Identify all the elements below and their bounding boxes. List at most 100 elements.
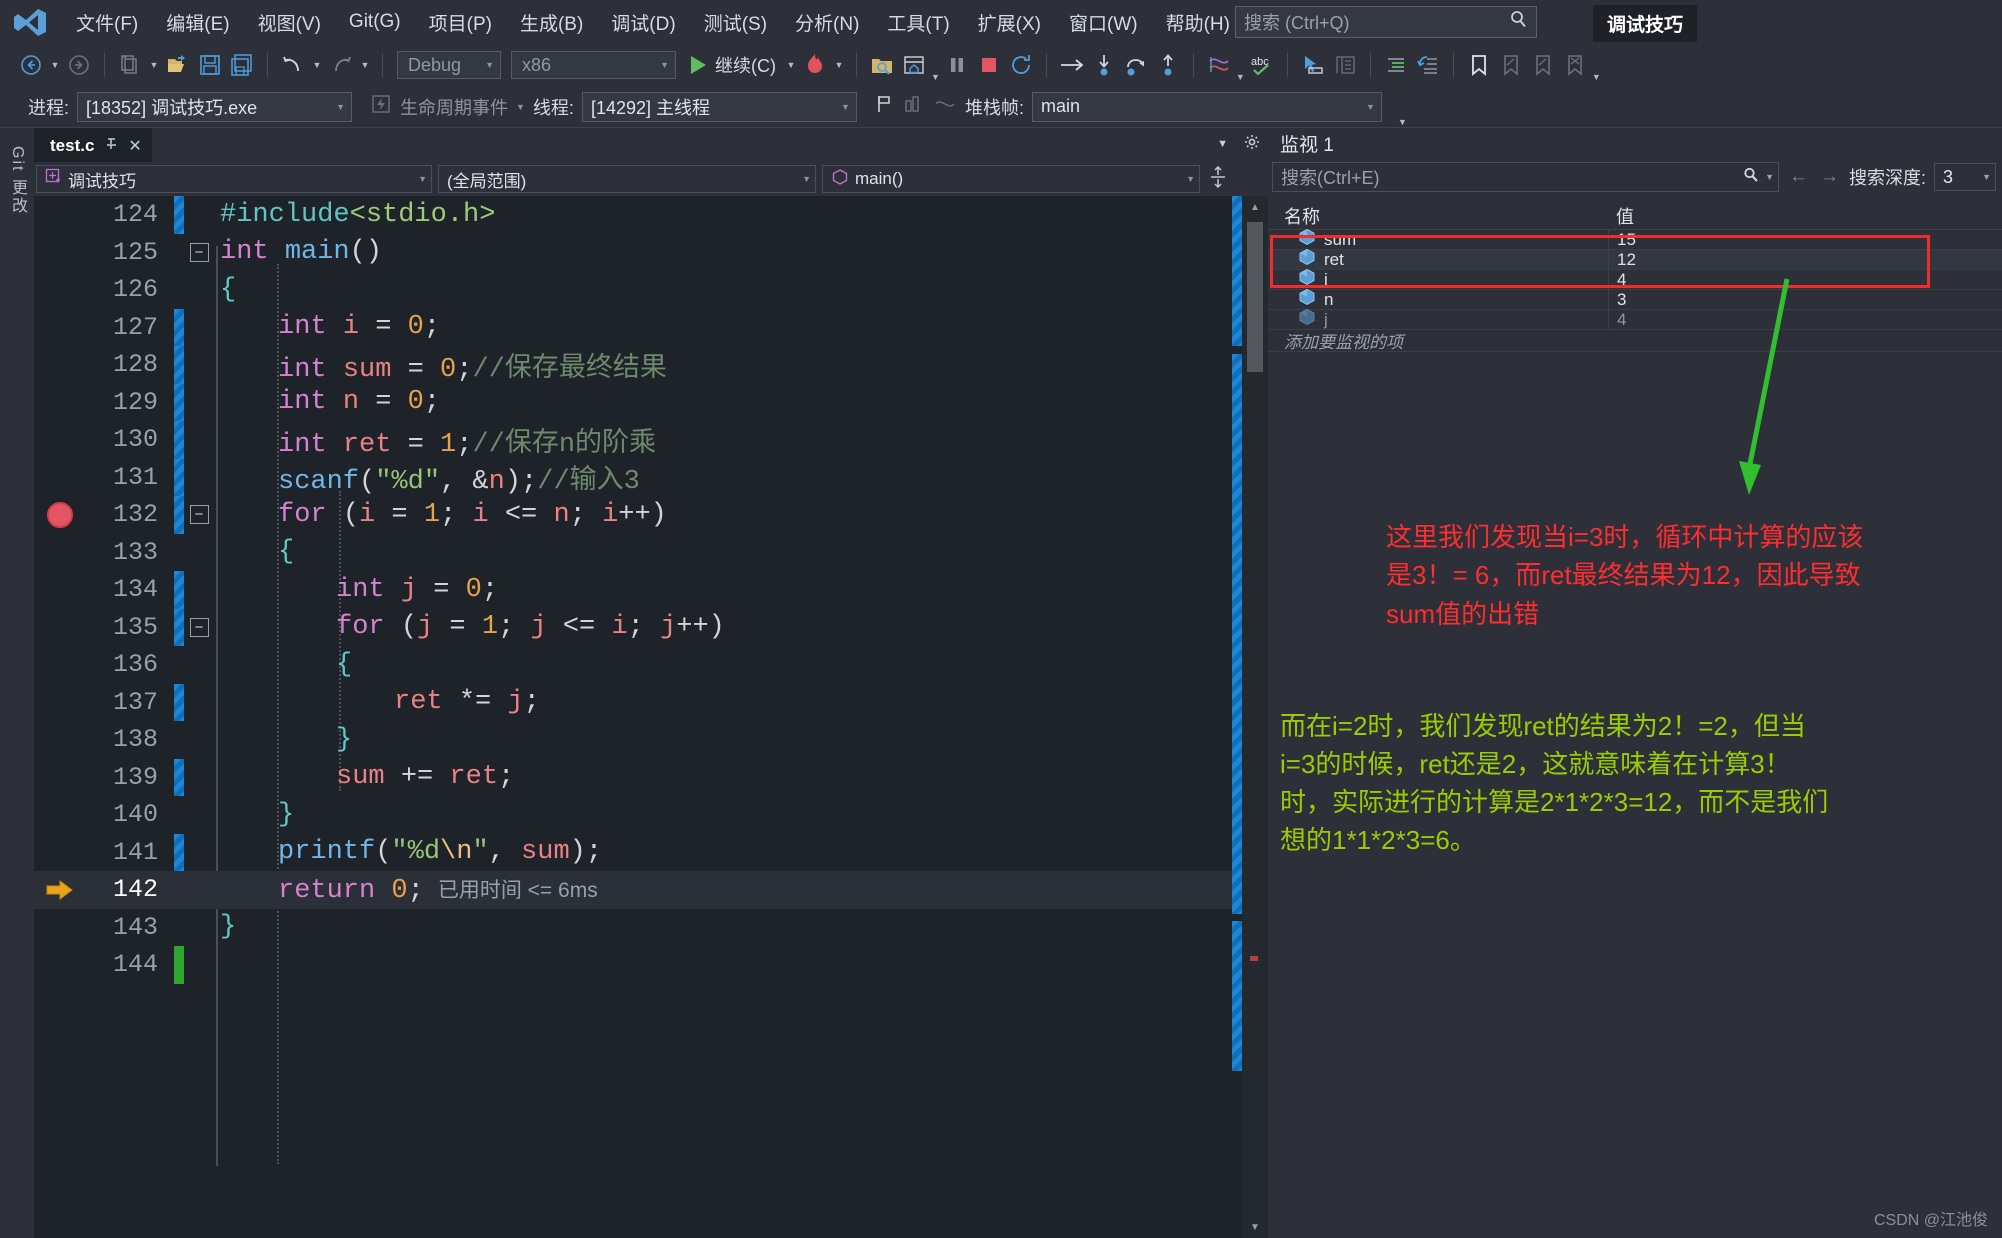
watch-search-input[interactable]: 搜索(Ctrl+E) ▼ bbox=[1272, 162, 1779, 192]
next-bookmark-icon[interactable] bbox=[1528, 50, 1558, 80]
pause-icon[interactable] bbox=[942, 50, 972, 80]
code-editor-surface[interactable]: 124 #include<stdio.h> 125− int main() 126{12… bbox=[34, 196, 1268, 1238]
gear-icon[interactable] bbox=[1244, 134, 1260, 153]
restart-icon[interactable] bbox=[1006, 50, 1036, 80]
editor-vertical-scrollbar[interactable]: ▲ ▼ bbox=[1242, 196, 1268, 1238]
breakpoint-gutter-cell[interactable] bbox=[34, 834, 86, 872]
menu-analyze[interactable]: 分析(N) bbox=[781, 3, 873, 42]
redo-icon[interactable] bbox=[326, 50, 356, 80]
breakpoint-gutter-cell[interactable] bbox=[34, 684, 86, 722]
code-line[interactable]: 136 { bbox=[34, 646, 1268, 684]
breakpoint-gutter-cell[interactable] bbox=[34, 384, 86, 422]
thread-combo[interactable]: [14292] 主线程 ▼ bbox=[581, 91, 857, 122]
breakpoint-icon[interactable] bbox=[34, 496, 86, 534]
new-item-dropdown[interactable]: ▼ bbox=[147, 51, 161, 79]
collapse-region-icon[interactable]: − bbox=[184, 496, 214, 534]
menu-extensions[interactable]: 扩展(X) bbox=[964, 3, 1055, 42]
menu-file[interactable]: 文件(F) bbox=[62, 3, 152, 42]
save-all-icon[interactable] bbox=[227, 50, 257, 80]
solution-platform-combo[interactable]: x86 ▼ bbox=[511, 51, 676, 79]
menu-view[interactable]: 视图(V) bbox=[244, 3, 335, 42]
bookmark-icon[interactable] bbox=[1464, 50, 1494, 80]
continue-button[interactable]: 继续(C) bbox=[682, 50, 782, 80]
breakpoint-gutter-cell[interactable] bbox=[34, 759, 86, 797]
code-line[interactable]: 127 int i = 0; bbox=[34, 308, 1268, 346]
stop-debugging-icon[interactable] bbox=[974, 50, 1004, 80]
code-line[interactable]: 125 − int main() bbox=[34, 234, 1268, 272]
breakpoint-gutter-cell[interactable] bbox=[34, 271, 86, 309]
scrollbar-thumb[interactable] bbox=[1247, 222, 1263, 372]
project-scope-combo[interactable]: 调试技巧 ▼ bbox=[36, 165, 432, 193]
save-icon[interactable] bbox=[195, 50, 225, 80]
menu-tools[interactable]: 工具(T) bbox=[873, 3, 963, 42]
menu-debug[interactable]: 调试(D) bbox=[597, 3, 689, 42]
breakpoint-gutter-cell[interactable] bbox=[34, 909, 86, 947]
menu-git[interactable]: Git(G) bbox=[335, 5, 415, 39]
code-line[interactable]: 143} bbox=[34, 909, 1268, 947]
breakpoint-gutter-cell[interactable] bbox=[34, 646, 86, 684]
breakpoint-gutter-cell[interactable] bbox=[34, 571, 86, 609]
code-line[interactable]: 129 int n = 0; bbox=[34, 383, 1268, 422]
undo-dropdown[interactable]: ▼ bbox=[310, 51, 324, 79]
close-icon[interactable]: ✕ bbox=[128, 136, 141, 156]
code-line[interactable]: 139 sum += ret; bbox=[34, 758, 1268, 797]
code-line[interactable]: 133 { bbox=[34, 534, 1268, 572]
collapse-region-icon[interactable]: − bbox=[184, 234, 214, 272]
navigate-backward-dropdown[interactable]: ▼ bbox=[48, 51, 62, 79]
select-tool-icon[interactable] bbox=[1298, 50, 1328, 80]
breakpoint-gutter-cell[interactable] bbox=[34, 234, 86, 272]
hot-reload-icon[interactable] bbox=[800, 50, 830, 80]
tab-list-dropdown-icon[interactable]: ▼ bbox=[1217, 138, 1228, 150]
menu-help[interactable]: 帮助(H) bbox=[1152, 3, 1244, 42]
watch-row[interactable]: j4 bbox=[1268, 308, 2002, 330]
code-line[interactable]: 144 bbox=[34, 946, 1268, 984]
clear-bookmarks-icon[interactable] bbox=[1560, 50, 1590, 80]
process-combo[interactable]: [18352] 调试技巧.exe ▼ bbox=[77, 91, 353, 122]
code-line[interactable]: 142 return 0; 已用时间 <= 6ms bbox=[34, 871, 1268, 909]
menu-edit[interactable]: 编辑(E) bbox=[152, 3, 243, 42]
previous-bookmark-icon[interactable] bbox=[1496, 50, 1526, 80]
debugbar-overflow-icon[interactable]: ▼ bbox=[1398, 117, 1407, 127]
redo-dropdown[interactable]: ▼ bbox=[358, 51, 372, 79]
current-statement-arrow-icon[interactable] bbox=[34, 871, 86, 909]
watch-row[interactable]: n3 bbox=[1268, 288, 2002, 310]
watch-row[interactable]: sum 15 bbox=[1268, 228, 2002, 250]
open-file-icon[interactable] bbox=[163, 50, 193, 80]
watch-row[interactable]: i4 bbox=[1268, 268, 2002, 290]
code-line[interactable]: 134 int j = 0; bbox=[34, 571, 1268, 609]
collapse-region-icon[interactable]: − bbox=[184, 609, 214, 647]
code-line[interactable]: 141 printf("%d\n", sum); bbox=[34, 833, 1268, 872]
toolbar-overflow-icon[interactable]: ▼ bbox=[931, 72, 940, 82]
function-scope-combo[interactable]: main() ▼ bbox=[822, 165, 1200, 193]
tab-test-c[interactable]: test.c ✕ bbox=[34, 128, 152, 162]
git-changes-rail[interactable]: Git 更改 bbox=[0, 128, 34, 1238]
code-line[interactable]: 138} bbox=[34, 721, 1268, 759]
code-line[interactable]: 128 int sum = 0;//保存最终结果 bbox=[34, 346, 1268, 385]
code-line[interactable]: 130 int ret = 1;//保存n的阶乘 bbox=[34, 421, 1268, 460]
breakpoint-gutter-cell[interactable] bbox=[34, 459, 86, 497]
breakpoint-gutter-cell[interactable] bbox=[34, 534, 86, 572]
breakpoint-gutter-cell[interactable] bbox=[34, 196, 86, 234]
breakpoint-gutter-cell[interactable] bbox=[34, 721, 86, 759]
uncomment-icon[interactable] bbox=[1413, 50, 1443, 80]
breakpoint-gutter-cell[interactable] bbox=[34, 346, 86, 384]
parallel-stacks-icon[interactable] bbox=[903, 93, 925, 120]
continue-dropdown[interactable]: ▼ bbox=[784, 51, 798, 79]
show-next-statement-icon[interactable] bbox=[1057, 50, 1087, 80]
navigate-backward-icon[interactable] bbox=[16, 50, 46, 80]
watch-row[interactable]: ret 12 bbox=[1268, 248, 2002, 270]
spellcheck-icon[interactable]: abc bbox=[1247, 50, 1277, 80]
navigate-forward-icon[interactable] bbox=[64, 50, 94, 80]
debug-overflow-icon[interactable]: ▼ bbox=[1236, 72, 1245, 82]
code-line[interactable]: 126 { bbox=[34, 271, 1268, 309]
chevron-down-icon[interactable]: ▼ bbox=[1765, 172, 1774, 182]
step-over-icon[interactable] bbox=[1121, 50, 1151, 80]
lifecycle-events-icon[interactable] bbox=[370, 93, 392, 120]
split-editor-icon[interactable] bbox=[1206, 165, 1230, 192]
menu-test[interactable]: 测试(S) bbox=[690, 3, 781, 42]
scroll-down-icon[interactable]: ▼ bbox=[1242, 1216, 1268, 1238]
chevron-down-icon[interactable]: ▼ bbox=[516, 102, 525, 112]
search-previous-icon[interactable]: ← bbox=[1787, 166, 1810, 188]
code-line[interactable]: 124 #include<stdio.h> bbox=[34, 196, 1268, 234]
code-line[interactable]: 135− for (j = 1; j <= i; j++) bbox=[34, 608, 1268, 647]
